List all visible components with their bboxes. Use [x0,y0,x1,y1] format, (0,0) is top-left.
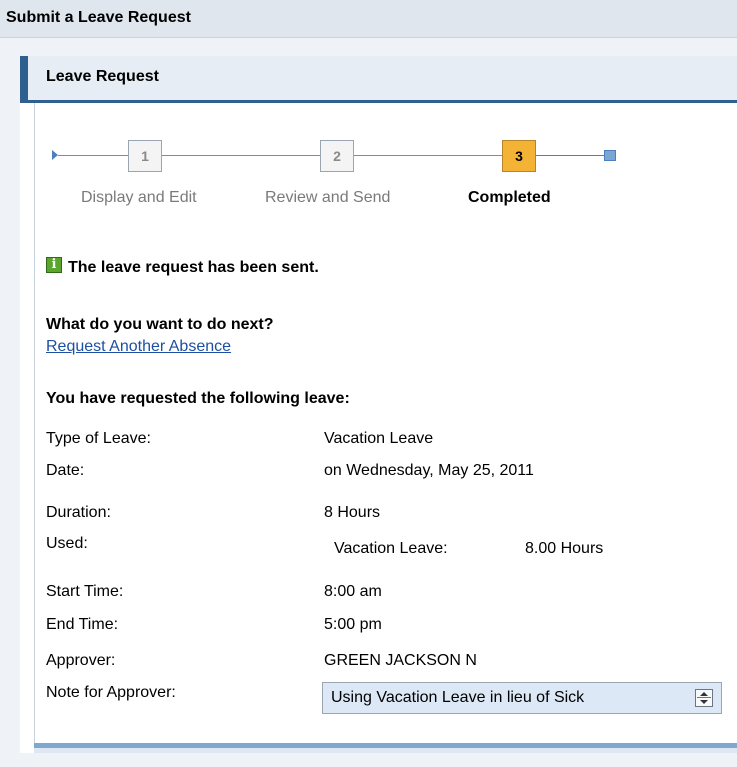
roadmap-step-2-number: 2 [333,148,341,164]
used-leave-type: Vacation Leave: [334,540,448,557]
confirmation-message: The leave request has been sent. [68,259,319,276]
type-of-leave-value: Vacation Leave [324,430,434,447]
roadmap-step-1-number: 1 [141,148,149,164]
roadmap-end-marker [604,150,616,161]
roadmap-connector [162,155,320,156]
roadmap-step-3[interactable]: 3 [502,140,536,172]
roadmap-step-2[interactable]: 2 [320,140,354,172]
approver-label: Approver: [46,652,116,669]
summary-heading: You have requested the following leave: [46,390,350,407]
end-time-value: 5:00 pm [324,616,382,633]
roadmap-step-1-label: Display and Edit [81,189,197,206]
start-time-label: Start Time: [46,583,124,600]
duration-value: 8 Hours [324,504,381,521]
request-another-absence-link[interactable]: Request Another Absence [46,338,231,356]
type-of-leave-label: Type of Leave: [46,430,151,447]
approver-value: GREEN JACKSON N [324,652,477,669]
roadmap-connector [536,155,604,156]
info-icon: i [46,257,62,273]
duration-label: Duration: [46,504,111,521]
note-scroll-spinner-icon[interactable] [695,689,713,707]
roadmap-connector [58,155,128,156]
note-for-approver-label: Note for Approver: [46,684,176,701]
panel-bottom-shadow [34,748,737,753]
panel-left-border [34,103,35,743]
roadmap-step-3-number: 3 [515,148,523,164]
page-title: Submit a Leave Request [6,9,191,26]
roadmap-step-1[interactable]: 1 [128,140,162,172]
page-header: Submit a Leave Request [0,0,737,38]
panel-title: Leave Request [46,68,159,85]
note-for-approver-text: Using Vacation Leave in lieu of Sick [331,689,585,706]
roadmap-step-2-label: Review and Send [265,189,391,206]
note-for-approver-field[interactable]: Using Vacation Leave in lieu of Sick [322,682,722,714]
date-label: Date: [46,462,85,479]
panel-titlebar: Leave Request [28,56,737,103]
used-leave-amount: 8.00 Hours [525,540,604,557]
end-time-label: End Time: [46,616,119,633]
leave-request-panel: Leave Request 1 2 3 Display and Edit Rev… [20,56,737,753]
date-value: on Wednesday, May 25, 2011 [324,462,534,479]
roadmap-step-3-label: Completed [468,189,551,206]
next-step-question: What do you want to do next? [46,316,274,333]
panel-accent-bar [20,56,28,103]
roadmap-connector [354,155,502,156]
used-label: Used: [46,535,88,552]
start-time-value: 8:00 am [324,583,382,600]
